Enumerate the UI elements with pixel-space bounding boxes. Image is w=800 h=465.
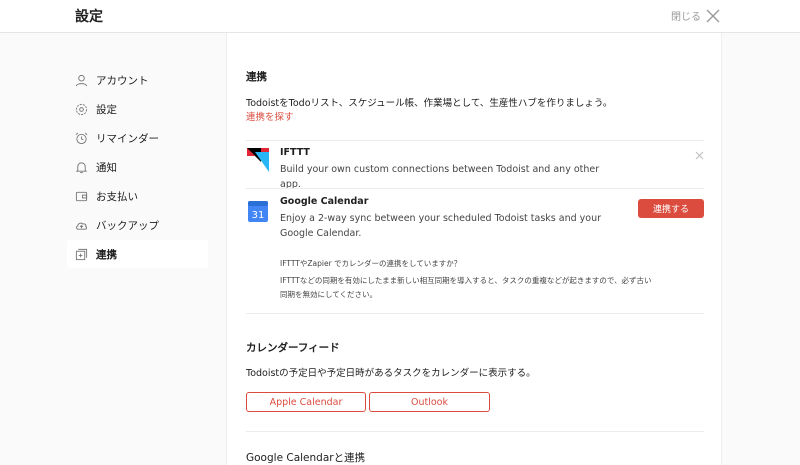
apple-calendar-button[interactable]: Apple Calendar xyxy=(246,392,366,412)
sidebar-item-backups[interactable]: バックアップ xyxy=(67,211,208,239)
sidebar-item-settings[interactable]: 設定 xyxy=(67,95,208,123)
bell-icon xyxy=(75,161,88,173)
sidebar-item-label: 連携 xyxy=(96,248,117,261)
calendar-feed-heading: カレンダーフィード xyxy=(246,342,340,354)
sidebar-item-account[interactable]: アカウント xyxy=(67,66,208,94)
close-icon xyxy=(706,9,720,22)
ifttt-logo-icon xyxy=(247,148,269,172)
sidebar-item-label: 設定 xyxy=(96,103,117,116)
page-title: 設定 xyxy=(75,9,103,25)
divider xyxy=(246,188,704,189)
close-button[interactable]: 閉じる xyxy=(671,8,720,23)
close-label: 閉じる xyxy=(671,12,701,23)
google-calendar-logo-icon: 31 xyxy=(248,201,268,222)
calendar-logo-text: 31 xyxy=(252,210,265,221)
alarm-clock-icon xyxy=(75,132,88,144)
sync-note-line-2: 同期を無効にしてください。 xyxy=(280,290,378,299)
integrations-description: TodoistをTodoリスト、スケジュール帳、作業場として、生産性ハブを作りま… xyxy=(246,98,613,109)
sidebar-item-label: 通知 xyxy=(96,161,117,174)
settings-header: 設定 閉じる xyxy=(0,0,800,33)
google-calendar-name: Google Calendar xyxy=(280,196,369,207)
sidebar-item-reminders[interactable]: リマインダー xyxy=(67,124,208,152)
sync-note-question: IFTTTやZapier でカレンダーの連携をしていますか？ xyxy=(280,259,462,268)
sidebar-item-label: リマインダー xyxy=(96,132,159,145)
divider xyxy=(246,431,704,432)
sidebar-item-label: お支払い xyxy=(96,190,138,203)
remove-integration-icon[interactable] xyxy=(695,151,704,160)
find-integrations-link[interactable]: 連携を探す xyxy=(246,109,294,123)
divider xyxy=(246,140,704,141)
sidebar-item-label: アカウント xyxy=(96,74,149,87)
sidebar-item-notifications[interactable]: 通知 xyxy=(67,153,208,181)
calendar-feed-description: Todoistの予定日や予定日時があるタスクをカレンダーに表示する。 xyxy=(246,368,536,379)
user-icon xyxy=(75,74,88,86)
sync-note-line-1: IFTTTなどの同期を有効にしたまま新しい相互同期を導入すると、タスクの重複など… xyxy=(280,276,652,285)
sidebar-item-billing[interactable]: お支払い xyxy=(67,182,208,210)
divider xyxy=(246,313,704,314)
outlook-button[interactable]: Outlook xyxy=(369,392,490,412)
google-calendar-sync-heading: Google Calendarと連携 xyxy=(246,452,366,464)
sidebar-item-label: バックアップ xyxy=(96,219,159,232)
integrations-heading: 連携 xyxy=(246,71,267,83)
connect-google-calendar-button[interactable]: 連携する xyxy=(638,199,704,218)
settings-content: 連携 TodoistをTodoリスト、スケジュール帳、作業場として、生産性ハブを… xyxy=(226,33,722,465)
settings-sidebar: アカウント 設定 リマインダー 通知 お支払い バックアップ 連携 xyxy=(67,66,208,269)
wallet-icon xyxy=(75,191,88,201)
google-calendar-description: Enjoy a 2-way sync between your schedule… xyxy=(280,213,602,239)
sidebar-item-integrations[interactable]: 連携 xyxy=(67,240,208,268)
ifttt-name: IFTTT xyxy=(280,147,310,158)
integration-plus-icon xyxy=(75,248,88,260)
cloud-upload-icon xyxy=(76,222,87,230)
gear-icon xyxy=(75,103,88,115)
